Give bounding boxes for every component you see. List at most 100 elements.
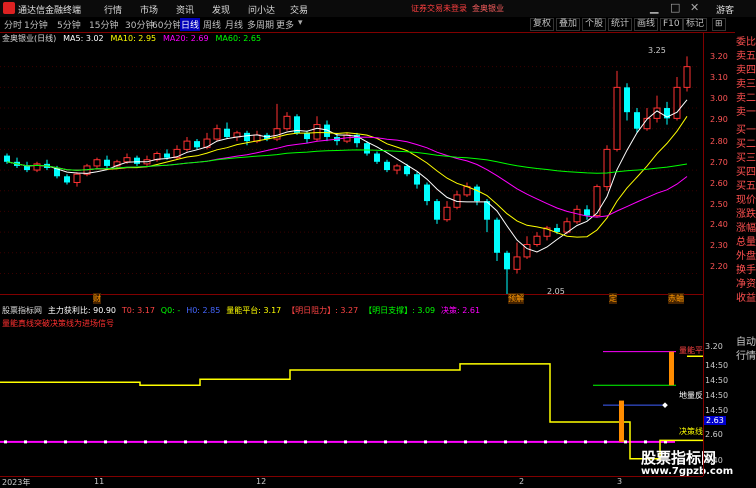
candle-body — [624, 87, 630, 113]
tf-more[interactable]: 更多 — [276, 18, 294, 31]
decision-marker — [444, 440, 447, 444]
date-tick: 2023年 — [2, 478, 31, 487]
candlestick-chart[interactable] — [0, 32, 703, 305]
close-icon[interactable]: ✕ — [690, 1, 699, 14]
sidebar-item[interactable]: 卖三 — [736, 78, 756, 92]
decision-marker — [24, 440, 27, 444]
tf-monthly[interactable]: 月线 — [225, 18, 243, 31]
decision-marker — [304, 440, 307, 444]
label-volume-platform: 量能平 — [679, 346, 703, 355]
menu-ask[interactable]: 问小达 — [248, 3, 275, 16]
menu-discover[interactable]: 发现 — [212, 3, 230, 16]
f10-button[interactable]: F10 — [660, 18, 683, 31]
price-tick: 2.80 — [710, 137, 728, 146]
candle-body — [4, 155, 10, 162]
tf-weekly[interactable]: 周线 — [203, 18, 221, 31]
decision-marker — [224, 440, 227, 444]
layout-icon[interactable]: ⊞ — [712, 18, 726, 31]
guest-label[interactable]: 游客 — [716, 3, 734, 16]
decision-marker — [544, 440, 547, 444]
sidebar-item[interactable]: 买四 — [736, 166, 756, 180]
sidebar-item[interactable]: 总量 — [736, 236, 756, 250]
candle-body — [104, 159, 110, 166]
tf-15min[interactable]: 15分钟 — [89, 18, 118, 31]
sidebar-item[interactable]: 涨跌 — [736, 208, 756, 222]
statistics-button[interactable]: 统计 — [608, 18, 633, 31]
stock-button[interactable]: 个股 — [582, 18, 607, 31]
sidebar-item[interactable]: 卖四 — [736, 64, 756, 78]
timeframe-toolbar: 分时 1分钟 5分钟 15分钟 30分钟 60分钟 日线 周线 月线 多周期 更… — [0, 17, 756, 33]
main-chart-pane[interactable] — [0, 32, 703, 305]
candle-body — [593, 186, 601, 217]
stock-name-notice: 金奥银业 — [472, 4, 504, 13]
sidebar-item[interactable]: 外盘 — [736, 250, 756, 264]
decision-marker — [604, 440, 607, 444]
sidebar-item[interactable]: 卖一 — [736, 106, 756, 120]
candle-body — [73, 173, 81, 183]
high-price-label: 3.25 — [648, 46, 666, 55]
decision-marker — [44, 440, 47, 444]
menu-quotes[interactable]: 行情 — [104, 3, 122, 16]
menu-news[interactable]: 资讯 — [176, 3, 194, 16]
overlay-button[interactable]: 叠加 — [556, 18, 581, 31]
minimize-icon[interactable]: ▁ — [650, 1, 658, 14]
tf-multi[interactable]: 多周期 — [247, 18, 274, 31]
more-chevron-icon[interactable]: ▾ — [298, 18, 303, 28]
sub-tick: 2.40 — [705, 456, 723, 465]
tf-5min[interactable]: 5分钟 — [57, 18, 81, 31]
decision-marker — [84, 440, 87, 444]
sidebar-quote[interactable]: 行情 — [736, 350, 756, 364]
sidebar-item[interactable]: 现价 — [736, 194, 756, 208]
signal-bar — [619, 400, 624, 442]
tf-1min[interactable]: 1分钟 — [24, 18, 48, 31]
tf-timeshare[interactable]: 分时 — [4, 18, 22, 31]
tf-daily[interactable]: 日线 — [180, 18, 201, 31]
sidebar-item[interactable]: 卖二 — [736, 92, 756, 106]
candle-body — [424, 184, 430, 202]
sidebar-item[interactable]: 收益 — [736, 292, 756, 306]
candle-body — [134, 157, 140, 164]
candle-body — [404, 165, 410, 175]
sidebar-auto[interactable]: 自动 — [736, 336, 756, 350]
decision-marker — [524, 440, 527, 444]
candle-body — [384, 161, 390, 171]
draw-line-button[interactable]: 画线 — [634, 18, 659, 31]
sidebar-item[interactable]: 卖五 — [736, 50, 756, 64]
menu-market[interactable]: 市场 — [140, 3, 158, 16]
candle-body — [183, 140, 191, 150]
login-status[interactable]: 证券交易未登录 — [411, 3, 467, 14]
decision-marker — [404, 440, 407, 444]
date-tick: 2 — [519, 477, 525, 486]
tf-30min[interactable]: 30分钟 — [125, 18, 154, 31]
menu-trade[interactable]: 交易 — [290, 3, 308, 16]
tf-60min[interactable]: 60分钟 — [152, 18, 181, 31]
decision-marker — [164, 440, 167, 444]
maximize-icon[interactable]: □ — [670, 1, 680, 14]
sidebar-item[interactable]: 涨幅 — [736, 222, 756, 236]
candle-body — [224, 128, 230, 137]
indicator-chart[interactable] — [0, 296, 756, 476]
sidebar-item[interactable]: 买五 — [736, 180, 756, 194]
sidebar-item[interactable]: 买三 — [736, 152, 756, 166]
sidebar-item[interactable]: 换手 — [736, 264, 756, 278]
candle-body — [194, 141, 200, 148]
candle-body — [584, 209, 590, 216]
sidebar-item[interactable]: 买一 — [736, 124, 756, 138]
sub-tick: 2.60 — [705, 430, 723, 439]
sidebar-item[interactable]: 买二 — [736, 138, 756, 152]
decision-marker — [124, 440, 127, 444]
candle-body — [443, 206, 451, 221]
date-tick: 12 — [256, 477, 267, 486]
candle-body — [123, 157, 131, 163]
price-tick: 2.40 — [710, 220, 728, 229]
candle-body — [374, 153, 380, 162]
sub-chart-pane[interactable] — [0, 296, 756, 476]
sidebar-item[interactable]: 净资 — [736, 278, 756, 292]
candle-body — [603, 148, 611, 188]
restore-rights-button[interactable]: 复权 — [530, 18, 555, 31]
sidebar-item[interactable]: 委比 — [736, 36, 756, 50]
price-tick: 2.70 — [710, 158, 728, 167]
date-tick: 3 — [617, 477, 623, 486]
price-tick: 3.20 — [710, 52, 728, 61]
mark-button[interactable]: 标记 — [683, 18, 708, 31]
